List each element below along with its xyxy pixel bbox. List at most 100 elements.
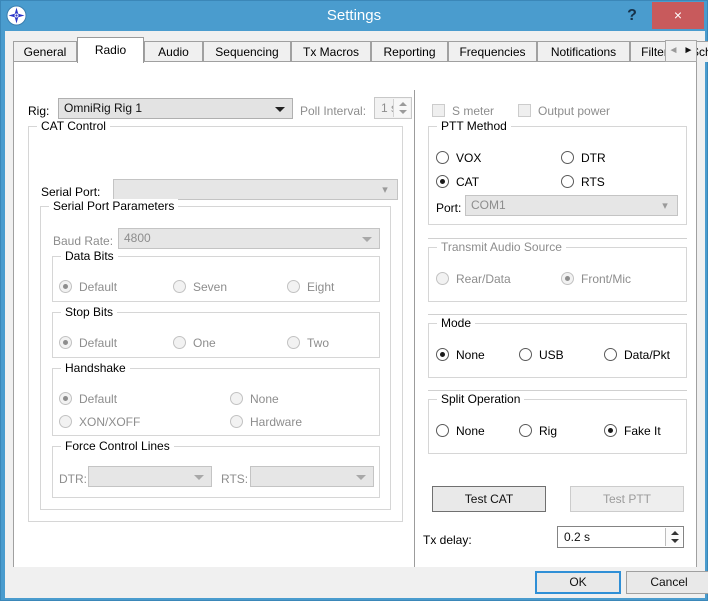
radio-label: One [193,336,216,350]
baud-rate-label: Baud Rate: [53,234,114,248]
radio-indicator [604,348,617,361]
radio-indicator [436,272,449,285]
radio-indicator [604,424,617,437]
radio-label: RTS [581,175,605,189]
radio-indicator [173,336,186,349]
output-power-label: Output power [538,104,611,118]
separator [428,314,687,315]
tx-delay-label: Tx delay: [423,533,472,547]
serial-port-parameters-title: Serial Port Parameters [49,199,179,213]
test-ptt-button[interactable]: Test PTT [570,486,684,512]
tab-sequencing[interactable]: Sequencing [203,41,291,62]
radio-label: None [456,424,485,438]
settings-window: Settings ? × General Radio Audio Sequenc… [0,0,708,601]
radio-indicator [59,392,72,405]
radio-indicator [230,392,243,405]
tab-general[interactable]: General [13,41,77,62]
ok-button[interactable]: OK [535,571,621,594]
dtr-combobox[interactable] [88,466,212,487]
poll-interval-label: Poll Interval: [300,104,367,118]
radio-label: Two [307,336,330,350]
baud-rate-value: 4800 [124,231,151,245]
radio-indicator [287,280,300,293]
mode-title: Mode [437,316,476,330]
rts-combobox[interactable] [250,466,374,487]
radio-label: CAT [456,175,480,189]
column-divider [414,90,415,595]
radio-indicator [59,415,72,428]
serial-port-combobox[interactable]: ▾ [113,179,398,200]
radio-label: Eight [307,280,335,294]
test-cat-button[interactable]: Test CAT [432,486,546,512]
tab-tx-macros[interactable]: Tx Macros [291,41,371,62]
radio-label: Default [79,392,118,406]
spin-down-icon[interactable] [671,539,679,543]
radio-label: Default [79,280,118,294]
chevron-down-icon [362,237,372,242]
radio-indicator [561,151,574,164]
transmit-audio-source-title: Transmit Audio Source [437,240,566,254]
radio-label: None [456,348,485,362]
radio-indicator [436,151,449,164]
tab-audio[interactable]: Audio [144,41,203,62]
window-title: Settings [326,7,382,24]
radio-label: VOX [456,151,482,165]
stop-bits-title: Stop Bits [61,305,118,319]
tx-delay-value: 0.2 s [564,530,591,544]
tab-notifications[interactable]: Notifications [537,41,630,62]
serial-port-label: Serial Port: [41,185,101,199]
radio-indicator [436,348,449,361]
tab-frequencies[interactable]: Frequencies [448,41,537,62]
radio-indicator [519,348,532,361]
force-control-lines-title: Force Control Lines [61,439,174,453]
chevron-down-icon [275,107,285,112]
chevron-down-icon: ▾ [662,200,668,212]
tab-scroll-buttons: ◄ ► [665,40,697,62]
rts-label: RTS: [221,472,249,486]
tx-delay-stepper[interactable]: 0.2 s [557,526,684,548]
data-bits-title: Data Bits [61,249,118,263]
cancel-button[interactable]: Cancel [626,571,708,594]
radio-indicator [561,272,574,285]
radio-label: Fake It [624,424,661,438]
scroll-left-icon[interactable]: ◄ [666,41,681,61]
spin-up-icon[interactable] [399,102,407,106]
spin-down-icon[interactable] [399,110,407,114]
dtr-label: DTR: [59,472,87,486]
scroll-right-icon[interactable]: ► [681,41,696,61]
rig-combobox[interactable]: OmniRig Rig 1 [58,98,293,119]
split-operation-title: Split Operation [437,392,525,406]
radio-label: Rig [539,424,558,438]
close-button[interactable]: × [652,2,704,29]
checkbox-indicator [432,104,445,117]
poll-interval-stepper[interactable]: 1 s [374,97,412,119]
cat-control-title: CAT Control [37,119,110,133]
ptt-port-value: COM1 [471,198,506,212]
separator [428,390,687,391]
tab-reporting[interactable]: Reporting [371,41,448,62]
radio-indicator [287,336,300,349]
rig-value: OmniRig Rig 1 [64,101,143,115]
help-button[interactable]: ? [615,1,649,30]
title-bar: Settings ? × [1,1,707,31]
radio-label: Hardware [250,415,303,429]
chevron-down-icon [194,475,204,480]
handshake-title: Handshake [61,361,130,375]
dialog-client: General Radio Audio Sequencing Tx Macros… [5,31,708,598]
chevron-down-icon: ▾ [382,184,388,196]
poll-interval-spin-buttons[interactable] [393,99,410,117]
ptt-port-combobox[interactable]: COM1 ▾ [465,195,678,216]
s-meter-label: S meter [452,104,495,118]
ptt-port-label: Port: [436,201,462,215]
tx-delay-spin-buttons[interactable] [665,528,682,546]
radio-label: XON/XOFF [79,415,141,429]
chevron-down-icon [356,475,366,480]
radio-label: Rear/Data [456,272,511,286]
radio-indicator [230,415,243,428]
checkbox-indicator [518,104,531,117]
baud-rate-combobox[interactable]: 4800 [118,228,380,249]
ptt-method-title: PTT Method [437,119,511,133]
spin-up-icon[interactable] [671,531,679,535]
radio-indicator [436,424,449,437]
tab-radio[interactable]: Radio [77,37,144,63]
